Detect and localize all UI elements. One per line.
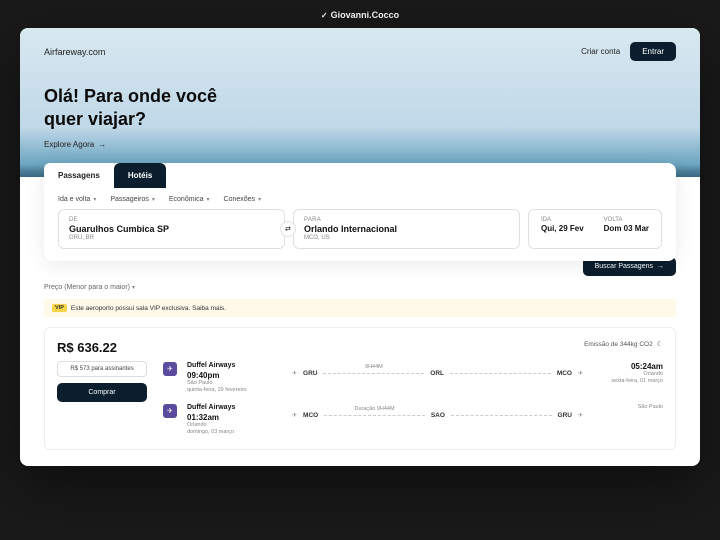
chevron-down-icon: ▾: [132, 285, 135, 291]
tab-flights[interactable]: Passagens: [44, 163, 114, 188]
search-tabs: Passagens Hotéis: [44, 163, 676, 188]
search-inputs: DE Guarulhos Cumbica SP GRU, BR ⇄ PARA O…: [44, 209, 676, 261]
buy-button[interactable]: Comprar: [57, 383, 147, 402]
filter-connections[interactable]: Conexões▾: [224, 196, 262, 203]
outbound-leg: ✈ Duffel Airways 09:40pm São Paulo quint…: [163, 362, 663, 394]
header-actions: Criar conta Entrar: [581, 42, 676, 61]
subscriber-price[interactable]: R$ 573 para assinantes: [57, 361, 147, 377]
chevron-down-icon: ▾: [258, 196, 261, 203]
create-account-link[interactable]: Criar conta: [581, 47, 620, 56]
sort-dropdown[interactable]: Preço (Menor para o maior) ▾: [44, 284, 676, 291]
return-leg: ✈ Duffel Airways 01:32am Orlando domingo…: [163, 404, 663, 436]
moon-icon: ☾: [657, 340, 663, 348]
destination-input[interactable]: PARA Orlando Internacional MCO, US: [293, 209, 520, 249]
plane-icon: ✈: [292, 412, 297, 419]
vip-badge: VIP: [52, 304, 67, 312]
chevron-down-icon: ▾: [93, 196, 96, 203]
chevron-down-icon: ▾: [152, 196, 155, 203]
explore-link[interactable]: Explore Agora →: [44, 140, 676, 149]
plane-icon: ✈: [578, 370, 583, 377]
date-input[interactable]: IDA Qui, 29 Fev VOLTA Dom 03 Mar: [528, 209, 662, 249]
flights-column: Emissão de 344kg CO2 ☾ ✈ Duffel Airways …: [163, 340, 663, 437]
header: Airfareway.com Criar conta Entrar: [44, 42, 676, 61]
hero-title: Olá! Para onde você quer viajar?: [44, 85, 676, 130]
plane-icon: ✈: [578, 412, 583, 419]
login-button[interactable]: Entrar: [630, 42, 676, 61]
vip-banner[interactable]: VIP Este aeroporto possui sala VIP exclu…: [44, 299, 676, 317]
flight-result-card: R$ 636.22 R$ 573 para assinantes Comprar…: [44, 327, 676, 450]
route-diagram: ✈ MCO Duração 9H44M SAO GRU ✈: [292, 404, 583, 419]
arrow-right-icon: →: [98, 140, 106, 149]
price-column: R$ 636.22 R$ 573 para assinantes Comprar: [57, 340, 147, 437]
airline-logo-icon: ✈: [163, 362, 177, 376]
arrow-right-icon: →: [657, 263, 664, 270]
route-diagram: ✈ GRU 9H44M ORL MCO ✈: [292, 362, 583, 377]
results-section: Preço (Menor para o maior) ▾ VIP Este ae…: [20, 284, 700, 466]
logo[interactable]: Airfareway.com: [44, 47, 105, 57]
co2-emission: Emissão de 344kg CO2 ☾: [163, 340, 663, 348]
app-window: Airfareway.com Criar conta Entrar Olá! P…: [20, 28, 700, 466]
filter-row: Ida e volta▾ Passageiros▾ Econômica▾ Con…: [44, 188, 676, 209]
filter-trip-type[interactable]: Ida e volta▾: [58, 196, 96, 203]
origin-input[interactable]: DE Guarulhos Cumbica SP GRU, BR ⇄: [58, 209, 285, 249]
tab-hotels[interactable]: Hotéis: [114, 163, 166, 188]
check-icon: ✓: [321, 11, 328, 20]
chevron-down-icon: ▾: [207, 196, 210, 203]
plane-icon: ✈: [292, 370, 297, 377]
filter-class[interactable]: Econômica▾: [169, 196, 210, 203]
hero-section: Airfareway.com Criar conta Entrar Olá! P…: [20, 28, 700, 276]
designer-credit: ✓ Giovanni.Cocco: [321, 10, 399, 20]
search-card: Passagens Hotéis Ida e volta▾ Passageiro…: [44, 163, 676, 261]
price-amount: R$ 636.22: [57, 340, 147, 355]
swap-icon[interactable]: ⇄: [280, 221, 296, 237]
filter-passengers[interactable]: Passageiros▾: [110, 196, 155, 203]
airline-logo-icon: ✈: [163, 404, 177, 418]
